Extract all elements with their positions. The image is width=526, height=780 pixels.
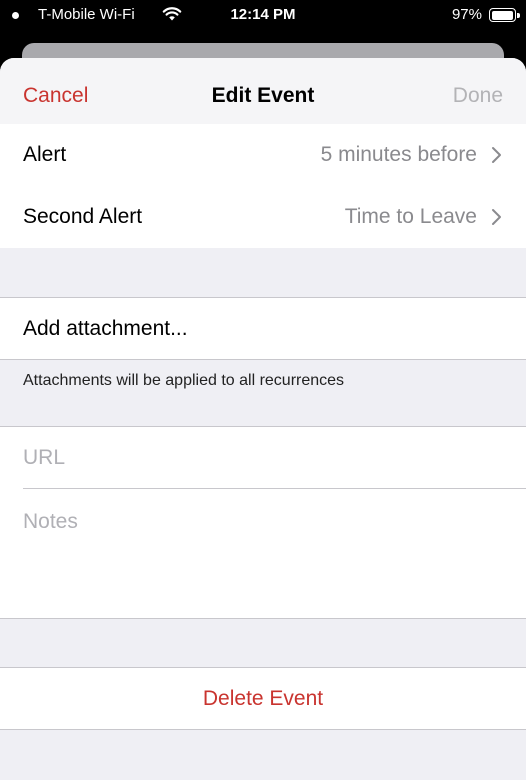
divider	[0, 359, 526, 360]
battery-icon	[489, 8, 520, 22]
divider	[0, 618, 526, 619]
screen: T-Mobile Wi-Fi 12:14 PM 97% Cancel Edit …	[0, 0, 526, 780]
navigation-bar: Cancel Edit Event Done	[0, 58, 526, 134]
url-notes-group: URL Notes	[0, 427, 526, 618]
alert-label: Alert	[23, 143, 67, 166]
delete-event-button[interactable]: Delete Event	[0, 668, 526, 729]
alerts-group: Alert 5 minutes before Second Alert Time…	[0, 124, 526, 248]
alert-row[interactable]: Alert 5 minutes before	[0, 124, 526, 186]
second-alert-value: Time to Leave	[344, 205, 477, 228]
attachment-group: Add attachment...	[0, 298, 526, 359]
done-button[interactable]: Done	[453, 84, 503, 108]
battery-percentage: 97%	[451, 6, 482, 23]
chevron-right-icon	[492, 147, 501, 163]
edit-event-sheet: Cancel Edit Event Done Alert 5 minutes b…	[0, 58, 526, 780]
notes-placeholder: Notes	[23, 510, 78, 533]
divider	[0, 729, 526, 730]
cancel-button[interactable]: Cancel	[23, 84, 88, 108]
clock: 12:14 PM	[230, 6, 296, 23]
second-alert-row[interactable]: Second Alert Time to Leave	[0, 186, 526, 248]
second-alert-label: Second Alert	[23, 205, 143, 228]
url-placeholder: URL	[23, 445, 66, 469]
url-field[interactable]: URL	[0, 427, 526, 488]
notes-field[interactable]: Notes	[0, 488, 526, 618]
add-attachment-row[interactable]: Add attachment...	[0, 298, 526, 359]
alert-value: 5 minutes before	[320, 143, 477, 166]
add-attachment-label: Add attachment...	[23, 316, 188, 340]
status-bar: T-Mobile Wi-Fi 12:14 PM 97%	[0, 0, 526, 32]
delete-group: Delete Event	[0, 668, 526, 729]
delete-event-label: Delete Event	[202, 686, 324, 710]
attachment-footnote: Attachments will be applied to all recur…	[23, 372, 345, 389]
chevron-right-icon	[492, 209, 501, 225]
